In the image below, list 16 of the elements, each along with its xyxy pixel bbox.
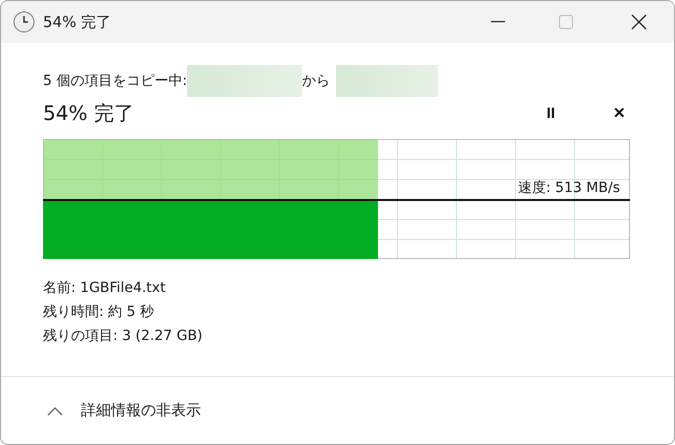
window-title: 54% 完了 xyxy=(43,12,112,32)
detail-text: 残り時間: 約 5 秒 xyxy=(43,303,155,321)
clock-icon xyxy=(13,11,35,33)
copy-status-text: 5 個の項目をコピー中: xyxy=(43,72,188,90)
close-icon xyxy=(631,14,647,30)
detail-text: 名前: 1GBFile4.txt xyxy=(43,279,167,297)
pause-button[interactable]: II xyxy=(542,104,559,122)
progress-title: 54% 完了 xyxy=(43,100,135,126)
from-text: から xyxy=(302,72,330,90)
detail-text: 残りの項目: 3 (2.27 GB) xyxy=(43,327,204,345)
details-toggle[interactable]: 詳細情報の非表示 xyxy=(47,401,201,420)
minimize-icon xyxy=(491,21,505,23)
caret-icon xyxy=(47,406,63,416)
maximize-icon xyxy=(559,15,573,29)
speed-text: 速度: 513 MB/s xyxy=(518,179,620,197)
cancel-button[interactable]: ✕ xyxy=(609,104,630,122)
